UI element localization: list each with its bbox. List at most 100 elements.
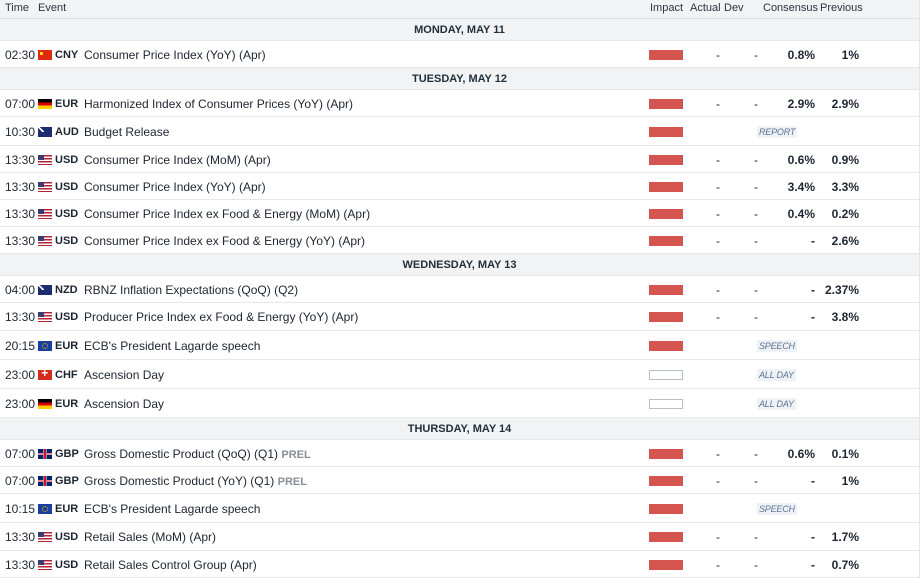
event-name-text: Harmonized Index of Consumer Prices (YoY… — [84, 97, 353, 111]
flag-new-zealand-icon — [38, 285, 52, 295]
event-row[interactable]: 07:00 GBP Gross Domestic Product (QoQ) (Q1… — [0, 440, 919, 467]
header-event[interactable]: Event — [38, 2, 66, 14]
actual-value: - — [716, 153, 720, 167]
header-time[interactable]: Time — [5, 2, 29, 14]
consensus-value: - — [811, 558, 815, 572]
event-row[interactable]: 07:00 GBP Gross Domestic Product (YoY) (Q1… — [0, 467, 919, 494]
impact-bar — [649, 285, 683, 295]
event-row[interactable]: 10:30 AUD Budget Release REPORT — [0, 117, 919, 146]
event-name[interactable]: RBNZ Inflation Expectations (QoQ) (Q2) — [84, 283, 298, 297]
event-currency: AUD — [55, 126, 79, 138]
previous-value: 0.2% — [831, 207, 859, 221]
event-row[interactable]: 23:00 CHF Ascension Day ALL DAY — [0, 360, 919, 389]
event-name[interactable]: Consumer Price Index ex Food & Energy (M… — [84, 207, 370, 221]
event-time: 13:30 — [5, 530, 36, 544]
event-name[interactable]: Consumer Price Index (YoY) (Apr) — [84, 180, 266, 194]
consensus-value: 3.4% — [787, 180, 815, 194]
header-actual[interactable]: Actual — [690, 2, 721, 14]
flag-usa-icon — [38, 209, 52, 219]
event-type-tag: SPEECH — [757, 503, 797, 515]
event-currency: GBP — [55, 475, 79, 487]
flag-china-icon — [38, 50, 52, 60]
event-name[interactable]: Producer Price Index ex Food & Energy (Y… — [84, 310, 358, 324]
event-name[interactable]: Consumer Price Index (YoY) (Apr) — [84, 48, 266, 62]
header-impact[interactable]: Impact — [650, 2, 683, 14]
event-row[interactable]: 13:30 USD Retail Sales (MoM) (Apr) - - - 1.7% — [0, 523, 919, 551]
flag-switzerland-icon — [38, 366, 52, 380]
impact-bar — [649, 560, 683, 570]
event-time: 07:00 — [5, 97, 36, 111]
flag-germany-icon — [38, 399, 52, 409]
deviation-value: - — [754, 474, 758, 488]
impact-bar — [649, 399, 683, 409]
event-row[interactable]: 10:15 EUR ECB's President Lagarde speech SP… — [0, 494, 919, 523]
event-row[interactable]: 13:30 USD Consumer Price Index (YoY) (Apr)… — [0, 173, 919, 200]
event-row[interactable]: 02:30 CNY Consumer Price Index (YoY) (Apr)… — [0, 41, 919, 68]
event-name-text: Budget Release — [84, 125, 170, 139]
event-time: 13:30 — [5, 207, 36, 221]
event-type-tag: ALL DAY — [757, 369, 796, 381]
event-name[interactable]: Budget Release — [84, 125, 169, 139]
event-name[interactable]: Ascension Day — [84, 397, 164, 411]
event-row[interactable]: 13:30 USD Producer Price Index ex Food & E… — [0, 303, 919, 331]
event-currency: USD — [55, 208, 79, 220]
event-name[interactable]: Gross Domestic Product (QoQ) (Q1) PREL — [84, 447, 311, 461]
impact-bar — [649, 449, 683, 459]
event-row[interactable]: 07:00 EUR Harmonized Index of Consumer Pri… — [0, 90, 919, 117]
day-header: THURSDAY, MAY 14 — [0, 418, 919, 440]
event-name[interactable]: ECB's President Lagarde speech — [84, 339, 260, 353]
consensus-value: - — [811, 310, 815, 324]
previous-value: 2.37% — [824, 283, 859, 297]
event-currency: NZD — [55, 284, 78, 296]
event-name-text: Gross Domestic Product (YoY) (Q1) — [84, 474, 275, 488]
event-name[interactable]: Consumer Price Index (MoM) (Apr) — [84, 153, 271, 167]
flag-australia-icon — [38, 127, 52, 137]
event-name[interactable]: Ascension Day — [84, 368, 164, 382]
event-currency: EUR — [55, 398, 79, 410]
previous-value: 2.6% — [831, 234, 859, 248]
impact-bar — [649, 370, 683, 380]
event-name[interactable]: Consumer Price Index ex Food & Energy (Y… — [84, 234, 365, 248]
event-name-text: Consumer Price Index ex Food & Energy (Y… — [84, 234, 366, 248]
deviation-value: - — [754, 153, 758, 167]
event-row[interactable]: 13:30 USD Consumer Price Index ex Food & E… — [0, 200, 919, 227]
event-name[interactable]: Harmonized Index of Consumer Prices (YoY… — [84, 97, 353, 111]
event-row[interactable]: 04:00 NZD RBNZ Inflation Expectations (QoQ… — [0, 276, 919, 303]
event-row[interactable]: 23:00 EUR Ascension Day ALL DAY — [0, 389, 919, 418]
event-name[interactable]: Gross Domestic Product (YoY) (Q1) PREL — [84, 474, 307, 488]
previous-value: 1.7% — [831, 530, 859, 544]
flag-usa-icon — [38, 236, 52, 246]
actual-value: - — [716, 283, 720, 297]
header-previous[interactable]: Previous — [820, 2, 863, 14]
event-name[interactable]: Retail Sales Control Group (Apr) — [84, 558, 257, 572]
impact-bar — [649, 504, 683, 514]
event-currency: CHF — [55, 369, 78, 381]
event-prelim-badge: PREL — [281, 449, 311, 461]
event-name[interactable]: ECB's President Lagarde speech — [84, 502, 260, 516]
event-time: 04:00 — [5, 283, 36, 297]
event-row[interactable]: 13:30 USD Retail Sales Control Group (Apr)… — [0, 551, 919, 578]
economic-calendar: Time Event Impact Actual Dev Consensus P… — [0, 0, 920, 578]
event-name-text: ECB's President Lagarde speech — [84, 502, 261, 516]
header-consensus[interactable]: Consensus — [763, 2, 818, 14]
actual-value: - — [716, 97, 720, 111]
header-dev[interactable]: Dev — [724, 2, 744, 14]
event-row[interactable]: 13:30 USD Consumer Price Index (MoM) (Apr)… — [0, 146, 919, 173]
actual-value: - — [716, 310, 720, 324]
previous-value: 1% — [841, 48, 859, 62]
flag-eu-icon — [38, 504, 52, 514]
actual-value: - — [716, 48, 720, 62]
deviation-value: - — [754, 310, 758, 324]
actual-value: - — [716, 207, 720, 221]
event-row[interactable]: 13:30 USD Consumer Price Index ex Food & E… — [0, 227, 919, 254]
consensus-value: 2.9% — [787, 97, 815, 111]
event-name[interactable]: Retail Sales (MoM) (Apr) — [84, 530, 216, 544]
event-row[interactable]: 20:15 EUR ECB's President Lagarde speech SP… — [0, 331, 919, 360]
impact-bar — [649, 99, 683, 109]
event-name-text: Gross Domestic Product (QoQ) (Q1) — [84, 447, 279, 461]
event-type-tag: SPEECH — [757, 340, 797, 352]
event-time: 07:00 — [5, 474, 36, 488]
day-header: MONDAY, MAY 11 — [0, 19, 919, 41]
event-currency: USD — [55, 181, 79, 193]
event-name-text: Retail Sales (MoM) (Apr) — [84, 530, 217, 544]
